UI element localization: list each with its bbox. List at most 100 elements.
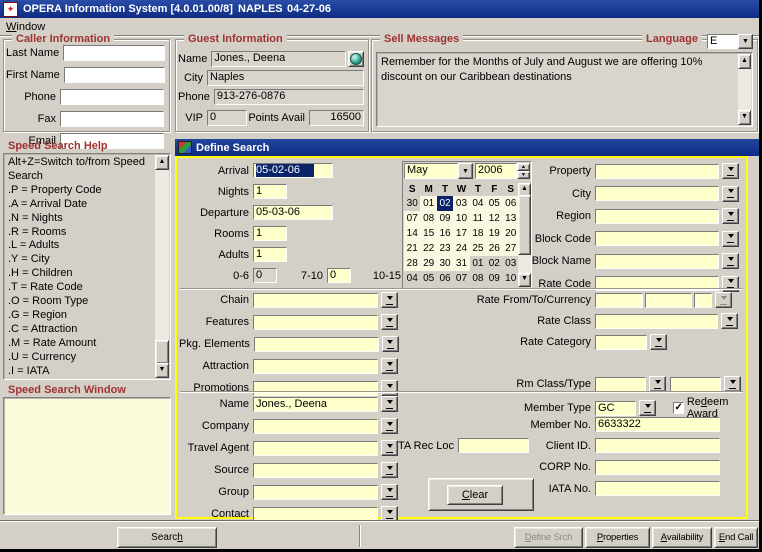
calendar-day-cell[interactable]: 10 — [453, 211, 469, 226]
sell-message-scrollbar[interactable]: ▲ ▼ — [738, 54, 751, 125]
city-lov-button[interactable] — [722, 186, 739, 202]
scroll-up-icon[interactable]: ▲ — [155, 155, 169, 170]
calendar-day-cell[interactable]: 24 — [453, 241, 469, 256]
calendar-day-cell[interactable]: 25 — [470, 241, 486, 256]
member-no-field[interactable]: 6633322 — [595, 417, 720, 432]
group-lov-button[interactable] — [381, 484, 398, 500]
member-type-lov-button[interactable] — [639, 400, 656, 416]
block-code-field[interactable] — [595, 231, 719, 246]
phone-field[interactable] — [60, 89, 164, 105]
travel-agent-field[interactable] — [253, 441, 378, 456]
calendar-day-cell[interactable]: 14 — [404, 226, 420, 241]
clear-button[interactable]: Clear — [447, 485, 503, 505]
calendar-day-cell[interactable]: 10 — [503, 271, 519, 286]
calendar-day-cell[interactable]: 23 — [437, 241, 453, 256]
speed-search-help-list[interactable]: Alt+Z=Switch to/from Speed Search .P = P… — [3, 153, 171, 380]
adults-field[interactable]: 1 — [253, 247, 287, 262]
calendar-day-cell[interactable]: 17 — [453, 226, 469, 241]
calendar-day-cell[interactable]: 06 — [503, 196, 519, 211]
first-name-field[interactable] — [64, 67, 165, 83]
calendar-day-cell[interactable]: 15 — [420, 226, 436, 241]
company-lov-button[interactable] — [381, 418, 398, 434]
children-7-10-field[interactable]: 0 — [327, 268, 351, 283]
rate-category-lov-button[interactable] — [650, 334, 667, 350]
guest-name-field[interactable]: Jones., Deena — [211, 51, 345, 67]
name-field[interactable]: Jones., Deena — [253, 397, 378, 412]
calendar-year-field[interactable]: 2006 — [475, 163, 517, 179]
guest-points-avail-field[interactable]: 16500 — [309, 110, 364, 126]
speed-help-scrollbar[interactable]: ▲ ▼ — [155, 155, 169, 378]
attraction-field[interactable] — [253, 359, 378, 374]
rate-category-field[interactable] — [595, 335, 647, 350]
scroll-up-icon[interactable]: ▲ — [738, 54, 751, 69]
calendar-day-cell[interactable]: 27 — [503, 241, 519, 256]
calendar-day-cell[interactable]: 12 — [486, 211, 502, 226]
property-field[interactable] — [595, 164, 719, 179]
menu-window[interactable]: Window — [0, 20, 51, 34]
contact-lov-button[interactable] — [381, 506, 398, 522]
calendar-day-cell[interactable]: 01 — [420, 196, 436, 211]
rate-from-field[interactable] — [595, 293, 643, 308]
calendar-grid[interactable]: 3001020304050607080910111213141516171819… — [404, 196, 519, 286]
rm-type-field[interactable] — [670, 377, 721, 392]
chain-lov-button[interactable] — [381, 292, 398, 308]
calendar-day-cell[interactable]: 30 — [437, 256, 453, 271]
calendar-day-cell[interactable]: 20 — [503, 226, 519, 241]
rate-to-field[interactable] — [645, 293, 692, 308]
calendar-day-cell[interactable]: 16 — [437, 226, 453, 241]
source-field[interactable] — [253, 463, 378, 478]
calendar-day-cell[interactable]: 18 — [470, 226, 486, 241]
calendar-day-cell[interactable]: 05 — [486, 196, 502, 211]
company-field[interactable] — [253, 419, 378, 434]
features-lov-button[interactable] — [381, 314, 398, 330]
rate-class-lov-button[interactable] — [721, 313, 738, 329]
rate-class-field[interactable] — [595, 314, 718, 329]
calendar-day-cell[interactable]: 22 — [420, 241, 436, 256]
fax-field[interactable] — [60, 111, 164, 127]
departure-field[interactable]: 05-03-06 — [253, 205, 333, 220]
block-name-field[interactable] — [595, 254, 719, 269]
attraction-lov-button[interactable] — [381, 358, 398, 374]
nights-field[interactable]: 1 — [253, 184, 287, 199]
language-value[interactable]: E — [707, 34, 738, 49]
rate-currency-field[interactable] — [694, 293, 712, 308]
speed-search-window-area[interactable] — [3, 397, 171, 515]
calendar-day-cell[interactable]: 05 — [420, 271, 436, 286]
calendar-month-dropdown-button[interactable]: ▼ — [458, 163, 473, 179]
rm-class-lov-button[interactable] — [649, 376, 666, 392]
calendar-day-cell[interactable]: 31 — [453, 256, 469, 271]
rm-class-field[interactable] — [595, 377, 646, 392]
calendar-day-cell[interactable]: 09 — [486, 271, 502, 286]
scrollbar-thumb[interactable] — [155, 340, 169, 364]
iata-no-field[interactable] — [595, 481, 720, 496]
calendar-day-cell[interactable]: 03 — [503, 256, 519, 271]
calendar-day-cell[interactable]: 04 — [404, 271, 420, 286]
calendar-day-cell[interactable]: 02 — [437, 196, 453, 211]
guest-profile-globe-button[interactable] — [348, 51, 364, 67]
end-call-button[interactable]: End Call — [714, 527, 758, 548]
group-field[interactable] — [253, 485, 378, 500]
features-field[interactable] — [253, 315, 378, 330]
source-lov-button[interactable] — [381, 462, 398, 478]
calendar-day-cell[interactable]: 08 — [420, 211, 436, 226]
calendar-day-cell[interactable]: 08 — [470, 271, 486, 286]
ta-rec-loc-field[interactable] — [458, 438, 529, 453]
calendar-day-cell[interactable]: 30 — [404, 196, 420, 211]
availability-button[interactable]: Availability — [652, 527, 712, 548]
calendar-day-cell[interactable]: 06 — [437, 271, 453, 286]
name-lov-button[interactable] — [381, 396, 398, 412]
guest-city-field[interactable]: Naples — [207, 70, 364, 86]
arrival-field[interactable]: 05-02-06 — [253, 163, 333, 178]
properties-button[interactable]: Properties — [585, 527, 650, 548]
calendar-day-cell[interactable]: 26 — [486, 241, 502, 256]
calendar-month-combo[interactable]: May ▼ — [404, 163, 473, 179]
rm-type-lov-button[interactable] — [724, 376, 741, 392]
region-field[interactable] — [595, 209, 719, 224]
guest-phone-field[interactable]: 913-276-0876 — [214, 89, 364, 105]
calendar-month-value[interactable]: May — [404, 163, 458, 179]
calendar-day-cell[interactable]: 19 — [486, 226, 502, 241]
calendar-day-cell[interactable]: 02 — [486, 256, 502, 271]
calendar-day-cell[interactable]: 07 — [404, 211, 420, 226]
scroll-down-icon[interactable]: ▼ — [738, 110, 751, 125]
calendar-day-cell[interactable]: 11 — [470, 211, 486, 226]
